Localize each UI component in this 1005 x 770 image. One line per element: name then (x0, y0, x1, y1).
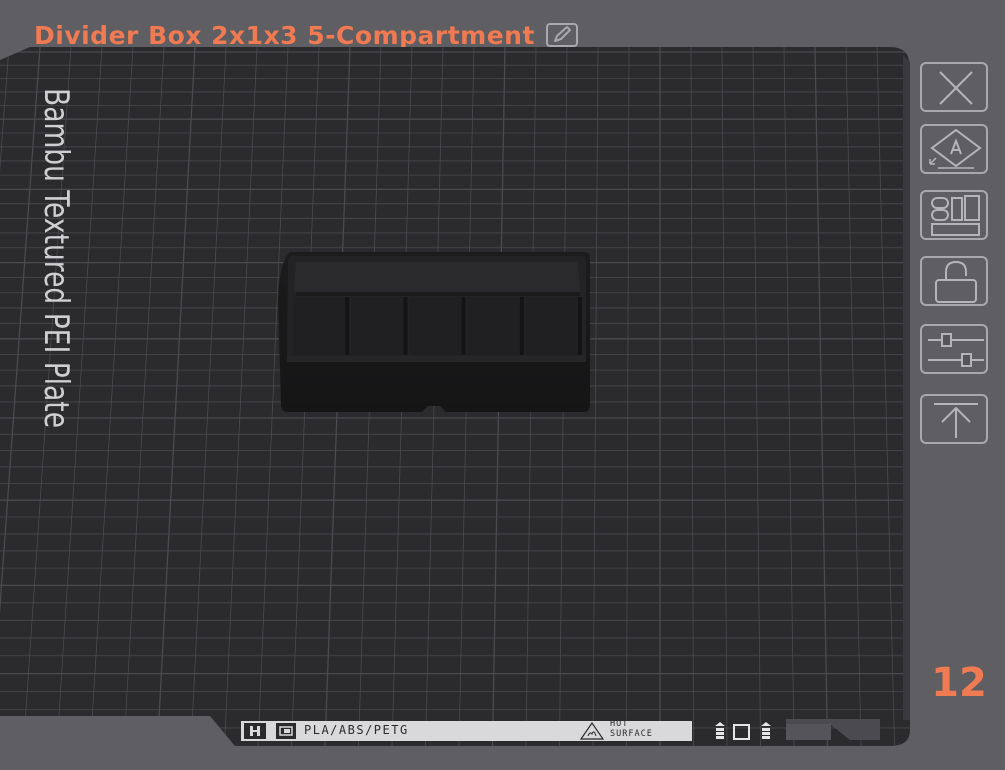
hot-surface-label-line2: SURFACE (610, 729, 653, 739)
compartments (293, 297, 582, 355)
compartment-divider (403, 297, 408, 355)
arrange-icon (931, 195, 980, 236)
auto-orient-button[interactable] (920, 124, 988, 174)
compartment-divider (461, 297, 466, 355)
compartment (409, 297, 462, 355)
compartment-divider (578, 297, 582, 355)
hot-surface-label-line1: HOT (610, 719, 629, 729)
compartment-divider (519, 297, 524, 355)
remove-plate-button[interactable] (920, 62, 988, 112)
plate-settings-button[interactable] (920, 324, 988, 374)
bed-edge (903, 55, 910, 720)
compartment (351, 297, 404, 355)
arrange-button[interactable] (920, 190, 988, 240)
lock-icon (935, 260, 977, 303)
supported-materials: PLA/ABS/PETG (304, 723, 409, 737)
auto-orient-icon (929, 128, 982, 169)
divider-box-model[interactable] (278, 252, 590, 412)
compartment-divider (345, 297, 350, 355)
bed-type-label: Bambu Textured PEI Plate (36, 88, 76, 429)
close-icon (939, 71, 973, 105)
lock-plate-button[interactable] (920, 256, 988, 306)
compartment (293, 297, 346, 355)
compartment (525, 297, 578, 355)
plate-number: 12 (931, 660, 987, 706)
compartment (467, 297, 520, 355)
sliders-icon (928, 333, 984, 367)
build-plate[interactable] (0, 0, 1005, 770)
move-top-icon (934, 403, 978, 438)
move-to-top-button[interactable] (920, 394, 988, 444)
